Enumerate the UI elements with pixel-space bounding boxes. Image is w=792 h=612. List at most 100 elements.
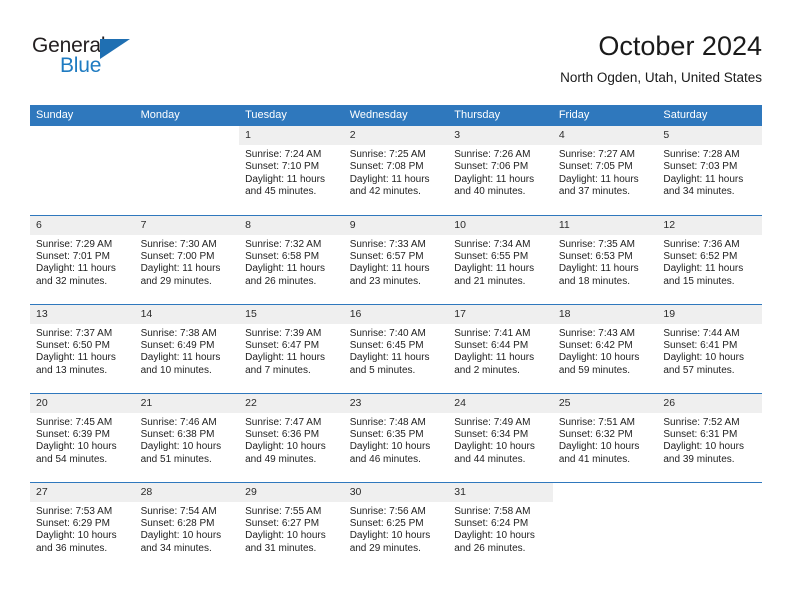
- sunrise-time: Sunrise: 7:27 AM: [558, 149, 635, 160]
- day-details: Sunrise: 7:39 AM Sunset: 6:47 PM Daylight:…: [239, 324, 344, 378]
- calendar-day-cell[interactable]: 22 Sunrise: 7:47 AM Sunset: 6:36 PM Dayligh…: [239, 392, 344, 482]
- day-number: 26: [657, 393, 762, 413]
- sunset-time: Sunset: 7:10 PM: [245, 161, 320, 173]
- sunset-time: Sunset: 7:00 PM: [140, 250, 215, 262]
- sunset-time: Sunset: 6:53 PM: [558, 250, 633, 262]
- daylight-duration-line2: and 46 minutes.: [349, 453, 421, 465]
- page-title: October 2024: [598, 31, 762, 61]
- sunset-time: Sunset: 6:25 PM: [349, 517, 424, 529]
- day-details: Sunrise: 7:53 AM Sunset: 6:29 PM Daylight:…: [30, 502, 135, 556]
- calendar-day-cell[interactable]: 27 Sunrise: 7:53 AM Sunset: 6:29 PM Dayligh…: [30, 481, 135, 571]
- day-details: Sunrise: 7:35 AM Sunset: 6:53 PM Daylight:…: [553, 235, 658, 289]
- day-details: Sunrise: 7:46 AM Sunset: 6:38 PM Daylight:…: [135, 413, 240, 467]
- sunset-time: Sunset: 6:39 PM: [36, 428, 110, 440]
- calendar-day-cell[interactable]: 4 Sunrise: 7:27 AM Sunset: 7:05 PM Daylight…: [552, 126, 658, 215]
- day-details: Sunrise: 7:24 AM Sunset: 7:10 PM Daylight:…: [239, 145, 344, 199]
- calendar-day-cell[interactable]: 12 Sunrise: 7:36 AM Sunset: 6:52 PM Dayligh…: [657, 214, 762, 304]
- calendar-day-cell[interactable]: 28 Sunrise: 7:54 AM Sunset: 6:28 PM Dayligh…: [134, 481, 240, 571]
- day-details: Sunrise: 7:33 AM Sunset: 6:57 PM Daylight:…: [344, 235, 449, 289]
- calendar-day-cell[interactable]: 26 Sunrise: 7:52 AM Sunset: 6:31 PM Dayligh…: [657, 392, 762, 482]
- calendar-day-cell[interactable]: 3 Sunrise: 7:26 AM Sunset: 7:06 PM Daylight…: [448, 126, 553, 215]
- calendar-day-cell[interactable]: 29 Sunrise: 7:55 AM Sunset: 6:27 PM Dayligh…: [239, 481, 344, 571]
- calendar-day-cell[interactable]: 5 Sunrise: 7:28 AM Sunset: 7:03 PM Daylight…: [657, 126, 762, 215]
- calendar-week-row: 20 Sunrise: 7:45 AM Sunset: 6:39 PM Dayligh…: [30, 392, 762, 482]
- sunset-time: Sunset: 6:50 PM: [36, 339, 110, 351]
- sunrise-time: Sunrise: 7:47 AM: [245, 416, 322, 428]
- sunset-time: Sunset: 6:57 PM: [349, 250, 424, 262]
- calendar-day-cell[interactable]: 17 Sunrise: 7:41 AM Sunset: 6:44 PM Dayligh…: [448, 303, 553, 393]
- sunset-time: Sunset: 7:06 PM: [454, 161, 529, 173]
- day-number: [135, 126, 240, 145]
- calendar-day-cell[interactable]: 15 Sunrise: 7:39 AM Sunset: 6:47 PM Dayligh…: [239, 303, 344, 393]
- page-subtitle: North Ogden, Utah, United States: [560, 70, 762, 85]
- calendar-cell-empty: [30, 126, 135, 215]
- sunrise-time: Sunrise: 7:49 AM: [454, 416, 531, 428]
- day-number: 28: [134, 482, 240, 502]
- calendar-day-cell[interactable]: 25 Sunrise: 7:51 AM Sunset: 6:32 PM Dayligh…: [552, 392, 658, 482]
- calendar-day-cell[interactable]: 16 Sunrise: 7:40 AM Sunset: 6:45 PM Dayligh…: [343, 303, 449, 393]
- calendar-day-cell[interactable]: 30 Sunrise: 7:56 AM Sunset: 6:25 PM Dayligh…: [343, 481, 449, 571]
- calendar-body: 1 Sunrise: 7:24 AM Sunset: 7:10 PM Daylight…: [30, 126, 762, 571]
- daylight-duration-line2: and 34 minutes.: [140, 542, 212, 554]
- calendar-day-cell[interactable]: 7 Sunrise: 7:30 AM Sunset: 7:00 PM Daylight…: [134, 214, 240, 304]
- sunrise-time: Sunrise: 7:32 AM: [245, 238, 322, 250]
- sunrise-time: Sunrise: 7:53 AM: [36, 505, 113, 517]
- daylight-duration-line1: Daylight: 10 hours: [36, 441, 117, 453]
- general-blue-logo[interactable]: General Blue: [32, 34, 172, 86]
- calendar-day-cell[interactable]: 21 Sunrise: 7:46 AM Sunset: 6:38 PM Dayligh…: [134, 392, 240, 482]
- calendar-day-cell[interactable]: 10 Sunrise: 7:34 AM Sunset: 6:55 PM Dayligh…: [448, 214, 553, 304]
- calendar-day-cell[interactable]: 2 Sunrise: 7:25 AM Sunset: 7:08 PM Daylight…: [343, 126, 449, 215]
- daylight-duration-line2: and 54 minutes.: [36, 453, 108, 465]
- daylight-duration-line1: Daylight: 10 hours: [349, 441, 431, 453]
- calendar-cell-empty: [134, 126, 240, 215]
- calendar-day-cell[interactable]: 6 Sunrise: 7:29 AM Sunset: 7:01 PM Daylight…: [30, 214, 135, 304]
- sunrise-time: Sunrise: 7:39 AM: [245, 327, 322, 339]
- daylight-duration-line1: Daylight: 11 hours: [349, 263, 430, 275]
- day-number: 22: [239, 393, 344, 413]
- sunset-time: Sunset: 6:28 PM: [140, 517, 215, 529]
- calendar-day-cell[interactable]: 31 Sunrise: 7:58 AM Sunset: 6:24 PM Dayligh…: [448, 481, 553, 571]
- calendar-day-cell[interactable]: 1 Sunrise: 7:24 AM Sunset: 7:10 PM Daylight…: [239, 126, 344, 215]
- daylight-duration-line1: Daylight: 10 hours: [558, 352, 640, 364]
- calendar-day-cell[interactable]: 24 Sunrise: 7:49 AM Sunset: 6:34 PM Dayligh…: [448, 392, 553, 482]
- daylight-duration-line1: Daylight: 10 hours: [140, 530, 222, 542]
- sunrise-time: Sunrise: 7:26 AM: [454, 149, 531, 160]
- calendar-page: General Blue October 2024 North Ogden, U…: [0, 0, 792, 612]
- calendar-day-cell[interactable]: 14 Sunrise: 7:38 AM Sunset: 6:49 PM Dayligh…: [134, 303, 240, 393]
- day-number: 25: [552, 393, 658, 413]
- day-number: [30, 126, 135, 145]
- calendar-day-cell[interactable]: 9 Sunrise: 7:33 AM Sunset: 6:57 PM Daylight…: [343, 214, 449, 304]
- day-number: 16: [343, 304, 449, 324]
- day-number: 23: [343, 393, 449, 413]
- daylight-duration-line1: Daylight: 11 hours: [140, 263, 221, 275]
- weekday-header-saturday: Saturday: [657, 105, 762, 126]
- daylight-duration-line1: Daylight: 11 hours: [349, 173, 430, 185]
- calendar-day-cell[interactable]: 23 Sunrise: 7:48 AM Sunset: 6:35 PM Dayligh…: [343, 392, 449, 482]
- day-number: 1: [239, 126, 344, 145]
- sunset-time: Sunset: 6:31 PM: [663, 428, 738, 440]
- daylight-duration-line1: Daylight: 11 hours: [558, 263, 639, 275]
- day-details: Sunrise: 7:36 AM Sunset: 6:52 PM Daylight:…: [657, 235, 762, 289]
- calendar-header-row: Sunday Monday Tuesday Wednesday Thursday…: [30, 105, 762, 126]
- day-number: 3: [448, 126, 553, 145]
- daylight-duration-line1: Daylight: 11 hours: [245, 352, 325, 364]
- daylight-duration-line1: Daylight: 10 hours: [663, 352, 744, 364]
- day-details: Sunrise: 7:32 AM Sunset: 6:58 PM Daylight:…: [239, 235, 344, 289]
- daylight-duration-line2: and 40 minutes.: [454, 186, 526, 198]
- calendar-day-cell[interactable]: 18 Sunrise: 7:43 AM Sunset: 6:42 PM Dayligh…: [552, 303, 658, 393]
- daylight-duration-line2: and 29 minutes.: [140, 275, 212, 287]
- calendar-day-cell[interactable]: 19 Sunrise: 7:44 AM Sunset: 6:41 PM Dayligh…: [657, 303, 762, 393]
- day-details: Sunrise: 7:29 AM Sunset: 7:01 PM Daylight:…: [30, 235, 135, 289]
- calendar-day-cell[interactable]: 13 Sunrise: 7:37 AM Sunset: 6:50 PM Dayligh…: [30, 303, 135, 393]
- sunrise-time: Sunrise: 7:45 AM: [36, 416, 113, 428]
- sunrise-time: Sunrise: 7:40 AM: [349, 327, 426, 339]
- sunset-time: Sunset: 6:35 PM: [349, 428, 424, 440]
- day-number: 10: [448, 215, 553, 235]
- sunrise-time: Sunrise: 7:54 AM: [140, 505, 217, 517]
- calendar-day-cell[interactable]: 20 Sunrise: 7:45 AM Sunset: 6:39 PM Dayligh…: [30, 392, 135, 482]
- calendar-day-cell[interactable]: 11 Sunrise: 7:35 AM Sunset: 6:53 PM Dayligh…: [552, 214, 658, 304]
- day-details: Sunrise: 7:25 AM Sunset: 7:08 PM Daylight:…: [344, 145, 449, 199]
- day-number: 2: [343, 126, 449, 145]
- daylight-duration-line2: and 44 minutes.: [454, 453, 526, 465]
- calendar-day-cell[interactable]: 8 Sunrise: 7:32 AM Sunset: 6:58 PM Daylight…: [239, 214, 344, 304]
